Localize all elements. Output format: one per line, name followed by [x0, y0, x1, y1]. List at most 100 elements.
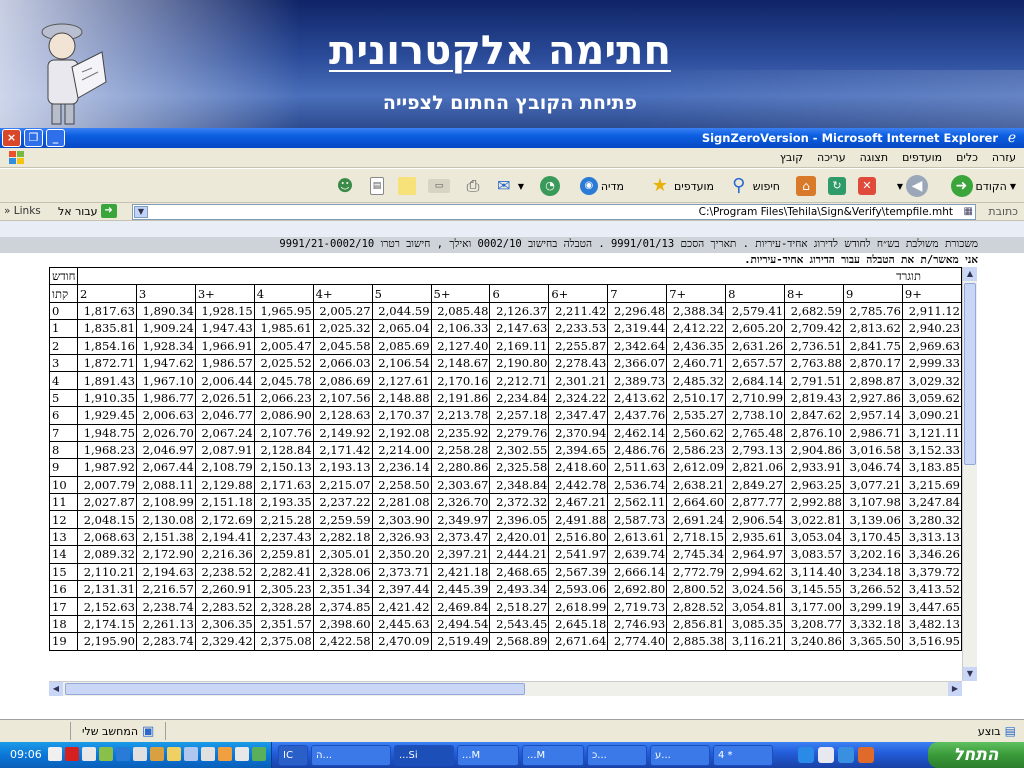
- menu-file[interactable]: קובץ: [780, 151, 803, 164]
- back-dropdown-icon[interactable]: ▼: [1010, 182, 1016, 191]
- print-button[interactable]: ⎙: [462, 174, 484, 198]
- task-button-2[interactable]: ...Si: [394, 745, 454, 766]
- menu-view[interactable]: תצוגה: [860, 151, 888, 164]
- table-cell: 2,397.21: [430, 545, 491, 564]
- tray-icon-monitor[interactable]: [116, 747, 130, 761]
- home-icon: ⌂: [796, 176, 816, 196]
- table-cell: 2,904.86: [784, 440, 844, 460]
- table-cell: 3,059.62: [901, 388, 962, 408]
- vertical-scrollbar[interactable]: ▲ ▼: [962, 267, 977, 681]
- language-indicator[interactable]: IC: [278, 745, 308, 766]
- task-button-4[interactable]: ...M: [522, 745, 584, 766]
- table-cell: 1,910.35: [76, 388, 137, 408]
- scroll-up-icon[interactable]: ▲: [963, 267, 977, 281]
- table-cell: 2,821.06: [725, 458, 786, 477]
- tray-icon-sound[interactable]: [48, 747, 62, 761]
- table-cell: 2,436.35: [666, 336, 727, 355]
- tray-icon-update[interactable]: [218, 747, 232, 761]
- home-button[interactable]: ⌂: [796, 174, 816, 198]
- task-button-1[interactable]: ה...: [311, 745, 391, 766]
- address-label: כתובת: [988, 205, 1018, 218]
- table-cell: 3,152.33: [901, 440, 962, 460]
- task-button-6[interactable]: ע...: [650, 745, 710, 766]
- horizontal-scrollbar[interactable]: ◀ ▶: [49, 681, 962, 696]
- back-button[interactable]: ➜ הקודם ▼: [950, 174, 1016, 198]
- tray-icon-app[interactable]: [167, 747, 181, 761]
- forward-button[interactable]: ▼ ◀: [897, 174, 928, 198]
- table-row: 15 2,110.21 2,194.63 2,238.52 2,282.41 2,328.…: [49, 562, 962, 582]
- menu-edit[interactable]: עריכה: [817, 151, 846, 164]
- maximize-button[interactable]: ❐: [24, 129, 43, 147]
- scroll-down-icon[interactable]: ▼: [963, 667, 977, 681]
- tray-icon-network[interactable]: [99, 747, 113, 761]
- quick-launch-outlook-icon[interactable]: [838, 747, 854, 763]
- quick-launch-ie-icon[interactable]: [798, 747, 814, 763]
- table-cell: 1,928.15: [194, 301, 255, 321]
- tray-icon-volume[interactable]: [235, 747, 249, 761]
- table-cell: 2,068.63: [76, 527, 137, 547]
- table-cell: 2,940.23: [901, 319, 962, 338]
- salary-table-container[interactable]: חודש תוגרד קתו 2 3 3+ 4 4+ 5 5+ 6 6+ 7 7+ 8 8+ 9 9+ 0 1,817…: [49, 267, 962, 681]
- table-cell: 2,045.58: [312, 336, 373, 355]
- menu-favorites[interactable]: מועדפים: [902, 151, 942, 164]
- favorites-button[interactable]: ★ מועדפים: [649, 174, 714, 198]
- table-cell: 3,332.18: [842, 614, 903, 634]
- task-button-7[interactable]: 4 *: [713, 745, 773, 766]
- messenger-button[interactable]: ☻: [334, 174, 356, 198]
- table-cell: 2,046.97: [135, 440, 196, 460]
- tray-icon-antivirus[interactable]: [65, 747, 79, 761]
- table-header-row: חודש תוגרד: [49, 267, 962, 286]
- table-cell: 2,128.63: [312, 406, 373, 425]
- table-cell: 2,639.74: [607, 545, 668, 564]
- stop-button[interactable]: ✕: [858, 174, 876, 198]
- research-button[interactable]: ▤: [370, 174, 384, 198]
- task-button-5[interactable]: כ...: [587, 745, 647, 766]
- history-button[interactable]: ◔: [540, 174, 560, 198]
- table-cell: 2,149.92: [312, 423, 373, 442]
- table-cell: 2,664.60: [666, 493, 727, 512]
- table-cell: 2,193.13: [312, 458, 373, 477]
- table-cell: 2,394.65: [548, 440, 609, 460]
- menu-help[interactable]: עזרה: [992, 151, 1016, 164]
- address-dropdown-icon[interactable]: ▼: [134, 206, 148, 218]
- refresh-button[interactable]: ↻: [828, 174, 846, 198]
- scroll-right-icon[interactable]: ▶: [948, 682, 962, 696]
- horizontal-scroll-thumb[interactable]: [65, 683, 525, 695]
- vertical-scroll-thumb[interactable]: [964, 283, 976, 465]
- menu-tools[interactable]: כלים: [956, 151, 978, 164]
- table-cell: 1,968.23: [76, 440, 137, 460]
- tray-icon-usb[interactable]: [252, 747, 266, 761]
- table-cell: 2,258.50: [371, 475, 432, 495]
- table-cell: 2,106.33: [430, 319, 491, 338]
- window-titlebar[interactable]: × ❐ _ SignZeroVersion - Microsoft Intern…: [0, 128, 1024, 148]
- row-label: 2: [49, 336, 78, 355]
- tray-icon-folder[interactable]: [150, 747, 164, 761]
- table-row: 17 2,152.63 2,238.74 2,283.52 2,328.28 2,374.…: [49, 597, 962, 616]
- table-cell: 3,215.69: [901, 475, 962, 495]
- tray-icon-mail[interactable]: [82, 747, 96, 761]
- table-row: 1 1,835.81 1,909.24 1,947.43 1,985.61 2,025.3…: [49, 319, 962, 338]
- quick-launch-media-icon[interactable]: [858, 747, 874, 763]
- discuss-button[interactable]: [398, 174, 416, 198]
- start-button[interactable]: התחל: [928, 742, 1024, 768]
- media-button[interactable]: ◉ מדיה: [579, 174, 624, 198]
- scroll-left-icon[interactable]: ◀: [49, 682, 63, 696]
- task-button-3[interactable]: ...M: [457, 745, 519, 766]
- edit-button[interactable]: ▭: [428, 174, 450, 198]
- address-input[interactable]: C:\Program Files\Tehila\Sign&Verify\temp…: [132, 204, 976, 220]
- go-button[interactable]: עבור אל ➜: [58, 204, 117, 218]
- close-button[interactable]: ×: [2, 129, 21, 147]
- links-label[interactable]: » Links: [4, 205, 41, 217]
- minimize-button[interactable]: _: [46, 129, 65, 147]
- mail-button[interactable]: ✉ ▼: [493, 174, 524, 198]
- tray-icon-shield[interactable]: [184, 747, 198, 761]
- table-cell: 2,005.47: [253, 336, 314, 355]
- table-cell: 2,373.71: [371, 562, 432, 582]
- tray-icon-printer[interactable]: [133, 747, 147, 761]
- table-cell: 3,085.35: [725, 614, 786, 634]
- search-button[interactable]: ⚲ חיפוש: [728, 174, 780, 198]
- quick-launch-desktop-icon[interactable]: [818, 747, 834, 763]
- table-cell: 2,351.34: [312, 580, 373, 599]
- table-cell: 2,793.13: [725, 440, 786, 460]
- tray-icon-security[interactable]: [201, 747, 215, 761]
